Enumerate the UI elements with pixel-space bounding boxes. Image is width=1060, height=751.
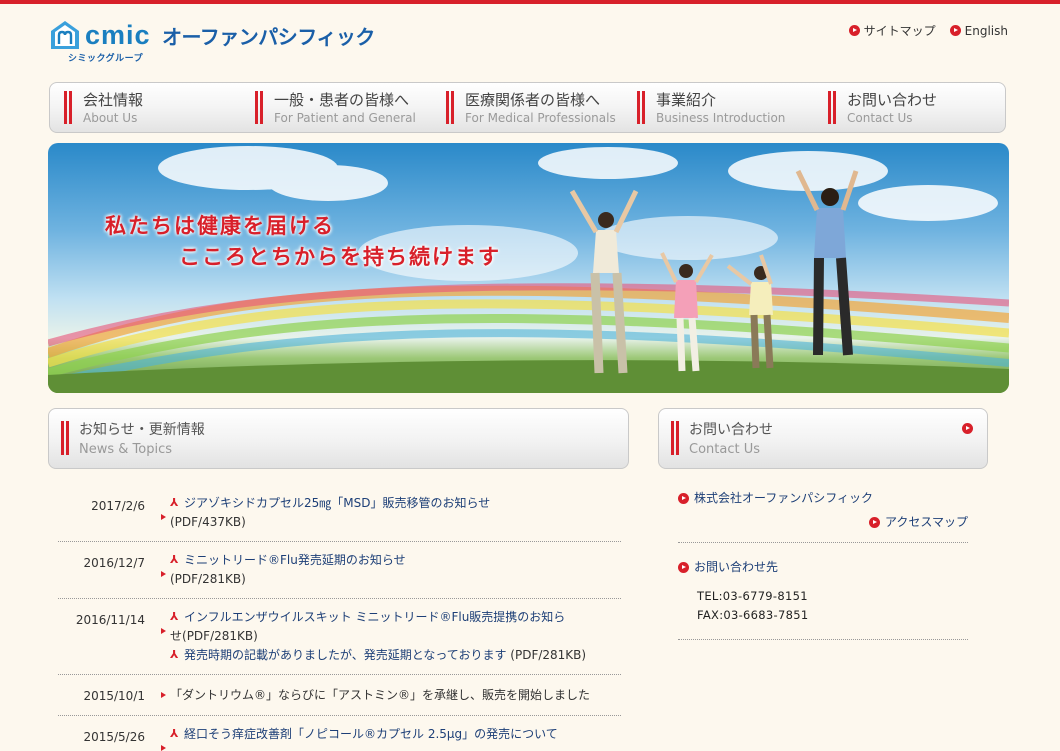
logo-cmic: cmic [85, 20, 151, 50]
nav-red-bars-icon [446, 91, 449, 124]
nav-item-contact[interactable]: お問い合わせ Contact Us [814, 83, 1005, 132]
news-list: 2017/2/6 ⅄ ジアゾキシドカプセル25㎎「MSD」販売移管のお知らせ (P… [58, 485, 621, 751]
news-filesize: (PDF/281KB) [170, 572, 246, 586]
divider [678, 542, 968, 543]
news-extra-title: 発売時期の記載がありましたが、発売延期となっております [184, 648, 507, 662]
news-title: 「ダントリウム®」ならびに「アストミン®」を承継し、販売を開始しました [170, 688, 591, 702]
inquiry-heading: お問い合わせ先 [678, 557, 968, 577]
news-date: 2016/12/7 [83, 556, 145, 570]
pdf-icon: ⅄ [170, 648, 179, 661]
divider [678, 639, 968, 640]
company-link[interactable]: 株式会社オーファンパシフィック [678, 488, 968, 508]
news-extra-filesize: (PDF/281KB) [510, 648, 587, 662]
red-triangle-icon [161, 514, 166, 520]
company-link-label: 株式会社オーファンパシフィック [694, 491, 874, 505]
logo-group-name: シミックグループ [68, 54, 144, 64]
news-item: 2015/5/26 ⅄ 経口そう痒症改善剤「ノピコール®カプセル 2.5μg」の発… [58, 716, 621, 751]
news-link[interactable]: ⅄ ミニットリード®Flu発売延期のお知らせ [170, 553, 406, 567]
pdf-icon: ⅄ [170, 553, 179, 566]
news-item: 2016/12/7 ⅄ ミニットリード®Flu発売延期のお知らせ (PDF/281… [58, 542, 621, 599]
nav-red-bars-icon [637, 91, 640, 124]
nav-item-en: For Patient and General [274, 111, 416, 125]
header-red-bars-icon [61, 421, 64, 455]
news-date: 2015/5/26 [83, 730, 145, 744]
sitemap-link-label: サイトマップ [863, 24, 936, 38]
nav-item-jp: 会社情報 [83, 91, 144, 109]
access-map-link[interactable]: アクセスマップ [678, 512, 968, 532]
pdf-icon: ⅄ [170, 610, 179, 623]
nav-item-jp: 医療関係者の皆様へ [465, 91, 601, 109]
hero-banner: 私たちは健康を届ける こころとちからを持ち続けます [48, 143, 1009, 393]
nav-red-bars-icon [64, 91, 67, 124]
pdf-icon: ⅄ [170, 727, 179, 740]
nav-item-business[interactable]: 事業紹介 Business Introduction [623, 83, 814, 132]
news-filesize: (PDF/437KB) [170, 515, 246, 529]
nav-red-bars-icon [828, 91, 831, 124]
news-link[interactable]: ⅄ 経口そう痒症改善剤「ノピコール®カプセル 2.5μg」の発売について [170, 727, 558, 741]
news-date: 2015/10/1 [83, 689, 145, 703]
news-date: 2017/2/6 [91, 499, 145, 513]
red-triangle-icon [161, 628, 166, 634]
english-link-label: English [964, 23, 1008, 38]
utility-links: サイトマップ English [848, 22, 1008, 39]
nav-item-medical[interactable]: 医療関係者の皆様へ For Medical Professionals [432, 83, 623, 132]
red-arrow-circle-icon [868, 516, 880, 528]
news-filesize: (PDF/281KB) [182, 629, 258, 643]
inquiry-label: お問い合わせ先 [694, 560, 779, 574]
news-title: 経口そう痒症改善剤「ノピコール®カプセル 2.5μg」の発売について [184, 727, 558, 741]
news-title: ジアゾキシドカプセル25㎎「MSD」販売移管のお知らせ [184, 496, 491, 510]
red-arrow-circle-icon [949, 25, 961, 36]
news-title-en: News & Topics [79, 442, 172, 457]
red-arrow-circle-icon [962, 423, 973, 434]
news-title-jp: お知らせ・更新情報 [79, 422, 205, 438]
news-title: インフルエンザウイルスキット ミニットリード®Flu販売提携のお知ら [184, 610, 566, 624]
contact-fax: FAX:03-6683-7851 [697, 608, 809, 622]
news-link[interactable]: ⅄ インフルエンザウイルスキット ミニットリード®Flu販売提携のお知ら [170, 610, 565, 624]
nav-item-about[interactable]: 会社情報 About Us [50, 83, 241, 132]
news-link-extra[interactable]: ⅄ 発売時期の記載がありましたが、発売延期となっております [170, 648, 510, 662]
sitemap-link[interactable]: サイトマップ [848, 22, 936, 39]
red-triangle-icon [161, 692, 166, 698]
nav-item-jp: 事業紹介 [656, 91, 717, 109]
news-panel-header: お知らせ・更新情報 News & Topics [48, 408, 629, 469]
nav-item-jp: お問い合わせ [847, 91, 938, 109]
news-link[interactable]: ⅄ ジアゾキシドカプセル25㎎「MSD」販売移管のお知らせ [170, 496, 490, 510]
red-arrow-circle-icon [678, 561, 689, 573]
nav-item-en: Contact Us [847, 111, 913, 125]
contact-title-jp: お問い合わせ [689, 422, 773, 438]
house-emblem-icon [51, 21, 79, 49]
logo-company-name: オーファンパシフィック [162, 25, 375, 49]
access-map-label: アクセスマップ [884, 515, 968, 529]
news-item: 2017/2/6 ⅄ ジアゾキシドカプセル25㎎「MSD」販売移管のお知らせ (P… [58, 485, 621, 542]
news-date: 2016/11/14 [75, 613, 145, 627]
nav-item-jp: 一般・患者の皆様へ [274, 91, 410, 109]
nav-item-en: About Us [83, 111, 138, 125]
contact-panel: 株式会社オーファンパシフィック アクセスマップ お問い合わせ先 TEL:03-6… [678, 488, 968, 640]
red-arrow-circle-icon [678, 492, 689, 504]
header-red-bars-icon [671, 421, 674, 455]
pdf-icon: ⅄ [170, 496, 179, 509]
red-triangle-icon [161, 745, 166, 751]
news-item: 2016/11/14 ⅄ インフルエンザウイルスキット ミニットリード®Flu販売… [58, 599, 621, 675]
site-logo[interactable]: cmic オーファンパシフィック シミックグループ [50, 18, 390, 70]
red-arrow-circle-icon [848, 25, 860, 36]
news-title: ミニットリード®Flu発売延期のお知らせ [184, 553, 406, 567]
contact-panel-header[interactable]: お問い合わせ Contact Us [658, 408, 988, 469]
nav-item-en: Business Introduction [656, 111, 786, 125]
red-triangle-icon [161, 571, 166, 577]
hero-tagline-line2: こころとちからを持ち続けます [179, 245, 501, 269]
news-item: 2015/10/1 「ダントリウム®」ならびに「アストミン®」を承継し、販売を開… [58, 675, 621, 716]
news-title-continued: せ [170, 629, 183, 643]
english-link[interactable]: English [949, 22, 1008, 39]
contact-title-en: Contact Us [689, 442, 760, 457]
global-nav: 会社情報 About Us 一般・患者の皆様へ For Patient and … [49, 82, 1006, 133]
nav-item-patient[interactable]: 一般・患者の皆様へ For Patient and General [241, 83, 432, 132]
nav-item-en: For Medical Professionals [465, 111, 616, 125]
hero-tagline-line1: 私たちは健康を届ける [105, 214, 335, 238]
contact-tel: TEL:03-6779-8151 [697, 589, 808, 603]
nav-red-bars-icon [255, 91, 258, 124]
